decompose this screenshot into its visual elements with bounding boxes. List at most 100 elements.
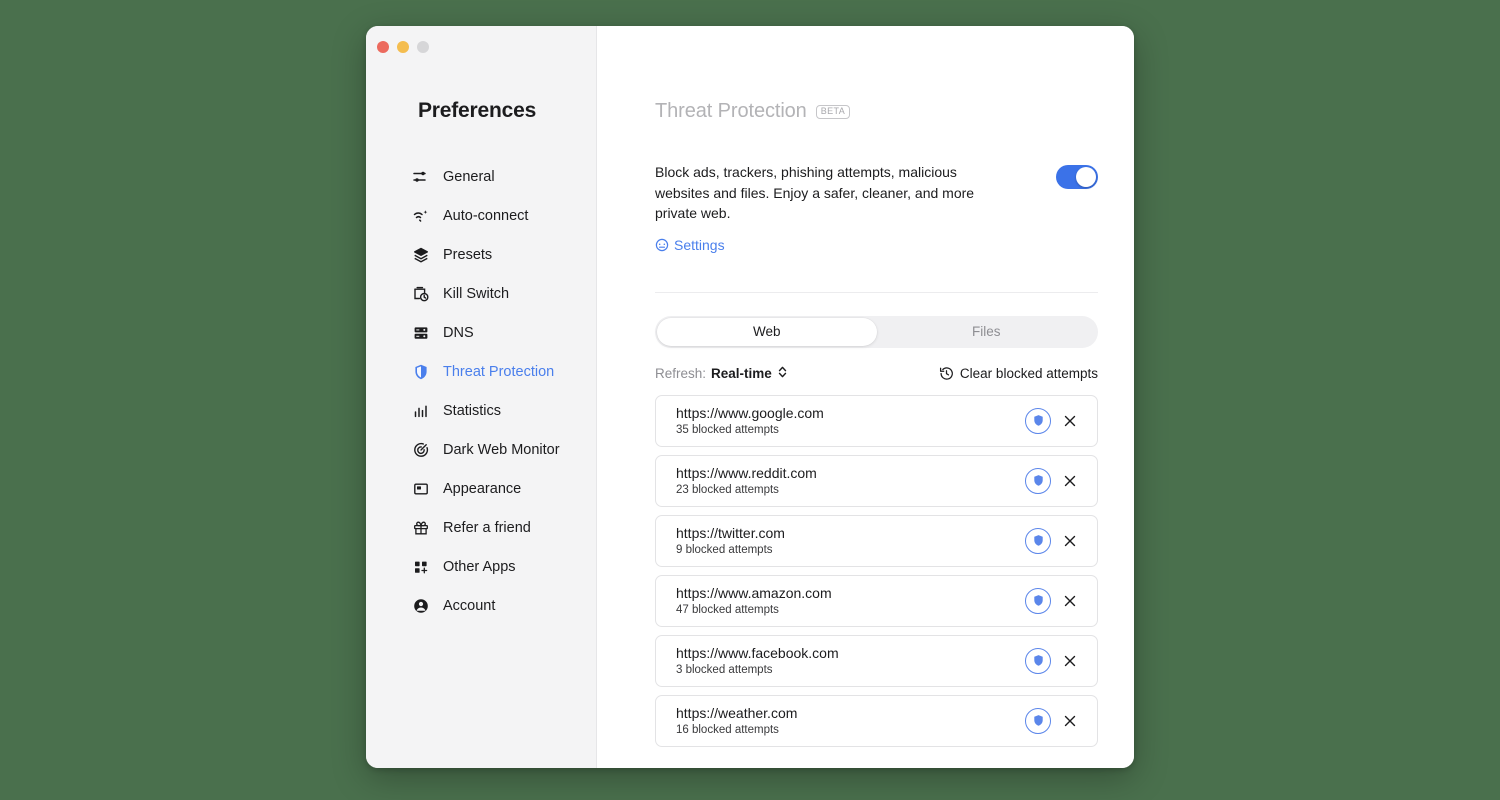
blocked-attempts: 47 blocked attempts xyxy=(676,603,779,616)
sidebar-item-auto-connect[interactable]: Auto-connect xyxy=(412,196,586,235)
allow-shield-button[interactable] xyxy=(1025,587,1051,614)
allow-shield-button[interactable] xyxy=(1025,707,1051,734)
close-window-button[interactable] xyxy=(377,41,389,53)
close-icon xyxy=(1064,715,1076,726)
shield-icon xyxy=(1033,475,1043,486)
grid-plus-icon xyxy=(412,558,430,576)
content-title: Threat Protection xyxy=(655,100,807,122)
list-controls: Refresh: Real-time Clear blocked attempt… xyxy=(655,365,1098,382)
shield-icon xyxy=(412,363,430,381)
sidebar-item-other-apps[interactable]: Other Apps xyxy=(412,547,586,586)
shield-icon xyxy=(1033,535,1043,546)
refresh-value[interactable]: Real-time xyxy=(711,366,772,381)
sidebar-item-label: Refer a friend xyxy=(443,519,531,536)
close-icon xyxy=(1064,415,1076,426)
blocked-url: https://www.facebook.com xyxy=(676,645,839,662)
remove-entry-button[interactable] xyxy=(1057,588,1083,614)
sidebar-item-label: Other Apps xyxy=(443,558,516,575)
remove-entry-button[interactable] xyxy=(1057,528,1083,554)
blocked-url: https://weather.com xyxy=(676,705,798,722)
close-icon xyxy=(1064,595,1076,606)
traffic-lights xyxy=(377,41,429,53)
remove-entry-button[interactable] xyxy=(1057,648,1083,674)
sidebar-item-general[interactable]: General xyxy=(412,157,586,196)
sidebar-item-label: Appearance xyxy=(443,480,522,497)
maximize-window-button[interactable] xyxy=(417,41,429,53)
sidebar-item-label: Account xyxy=(443,597,496,614)
shield-icon xyxy=(1033,415,1043,426)
tab-web[interactable]: Web xyxy=(657,317,877,346)
blocked-attempts: 9 blocked attempts xyxy=(676,543,773,556)
blocked-attempts: 23 blocked attempts xyxy=(676,483,779,496)
sidebar-item-appearance[interactable]: Appearance xyxy=(412,469,586,508)
sidebar: Preferences General Auto-connect Presets… xyxy=(366,26,597,768)
sidebar-item-dark-web-monitor[interactable]: Dark Web Monitor xyxy=(412,430,586,469)
sidebar-item-label: Dark Web Monitor xyxy=(443,441,560,458)
chevron-updown-icon[interactable] xyxy=(777,365,788,382)
allow-shield-button[interactable] xyxy=(1025,527,1051,554)
blocked-url: https://www.amazon.com xyxy=(676,585,832,602)
sidebar-item-label: Auto-connect xyxy=(443,207,529,224)
refresh-selector[interactable]: Refresh: Real-time xyxy=(655,365,788,382)
row-texts: https://weather.com 16 blocked attempts xyxy=(676,705,1025,736)
table-row[interactable]: https://www.google.com 35 blocked attemp… xyxy=(655,394,1098,447)
table-row[interactable]: https://www.amazon.com 47 blocked attemp… xyxy=(655,574,1098,627)
sidebar-item-statistics[interactable]: Statistics xyxy=(412,391,586,430)
allow-shield-button[interactable] xyxy=(1025,647,1051,674)
settings-link[interactable]: Settings xyxy=(655,235,725,256)
gift-icon xyxy=(412,519,430,537)
close-icon xyxy=(1064,475,1076,486)
sidebar-item-dns[interactable]: DNS xyxy=(412,313,586,352)
row-texts: https://www.amazon.com 47 blocked attemp… xyxy=(676,585,1025,616)
close-icon xyxy=(1064,535,1076,546)
content-header: Threat Protection BETA xyxy=(655,100,1098,123)
app-window: Preferences General Auto-connect Presets… xyxy=(366,26,1134,768)
allow-shield-button[interactable] xyxy=(1025,407,1051,434)
table-row[interactable]: https://www.facebook.com 3 blocked attem… xyxy=(655,634,1098,687)
auto-connect-icon xyxy=(412,207,430,225)
row-texts: https://www.reddit.com 23 blocked attemp… xyxy=(676,465,1025,496)
sidebar-item-account[interactable]: Account xyxy=(412,586,586,625)
table-row[interactable]: https://weather.com 16 blocked attempts xyxy=(655,694,1098,747)
content-panel: Threat Protection BETA Block ads, tracke… xyxy=(597,26,1134,768)
toggle-knob xyxy=(1076,167,1096,187)
shield-icon xyxy=(1033,595,1043,606)
table-row[interactable]: https://twitter.com 9 blocked attempts xyxy=(655,514,1098,567)
sidebar-item-kill-switch[interactable]: Kill Switch xyxy=(412,274,586,313)
appearance-icon xyxy=(412,480,430,498)
history-icon xyxy=(939,366,954,381)
sidebar-item-label: General xyxy=(443,168,495,185)
remove-entry-button[interactable] xyxy=(1057,408,1083,434)
row-texts: https://twitter.com 9 blocked attempts xyxy=(676,525,1025,556)
target-icon xyxy=(412,441,430,459)
settings-circle-icon xyxy=(655,238,669,252)
row-texts: https://www.facebook.com 3 blocked attem… xyxy=(676,645,1025,676)
blocked-attempts: 3 blocked attempts xyxy=(676,663,773,676)
sidebar-item-presets[interactable]: Presets xyxy=(412,235,586,274)
close-icon xyxy=(1064,655,1076,666)
clear-blocked-attempts-button[interactable]: Clear blocked attempts xyxy=(939,366,1098,381)
blocked-list: https://www.google.com 35 blocked attemp… xyxy=(655,394,1098,747)
settings-link-label: Settings xyxy=(674,236,725,253)
minimize-window-button[interactable] xyxy=(397,41,409,53)
blocked-url: https://www.google.com xyxy=(676,405,824,422)
sidebar-item-label: DNS xyxy=(443,324,474,341)
tab-files[interactable]: Files xyxy=(877,318,1097,346)
allow-shield-button[interactable] xyxy=(1025,467,1051,494)
blocked-attempts: 16 blocked attempts xyxy=(676,723,779,736)
row-texts: https://www.google.com 35 blocked attemp… xyxy=(676,405,1025,436)
remove-entry-button[interactable] xyxy=(1057,708,1083,734)
description-text-wrap: Block ads, trackers, phishing attempts, … xyxy=(655,162,985,258)
blocked-attempts: 35 blocked attempts xyxy=(676,423,779,436)
page-title: Preferences xyxy=(418,99,537,122)
beta-badge: BETA xyxy=(815,104,851,119)
sidebar-nav: General Auto-connect Presets Kill Switch… xyxy=(412,157,586,625)
threat-protection-toggle[interactable] xyxy=(1056,165,1098,189)
clear-button-label: Clear blocked attempts xyxy=(959,365,1098,381)
table-row[interactable]: https://www.reddit.com 23 blocked attemp… xyxy=(655,454,1098,507)
shield-icon xyxy=(1033,655,1043,666)
sidebar-item-threat-protection[interactable]: Threat Protection xyxy=(412,352,586,391)
remove-entry-button[interactable] xyxy=(1057,468,1083,494)
shield-icon xyxy=(1033,715,1043,726)
sidebar-item-refer-a-friend[interactable]: Refer a friend xyxy=(412,508,586,547)
